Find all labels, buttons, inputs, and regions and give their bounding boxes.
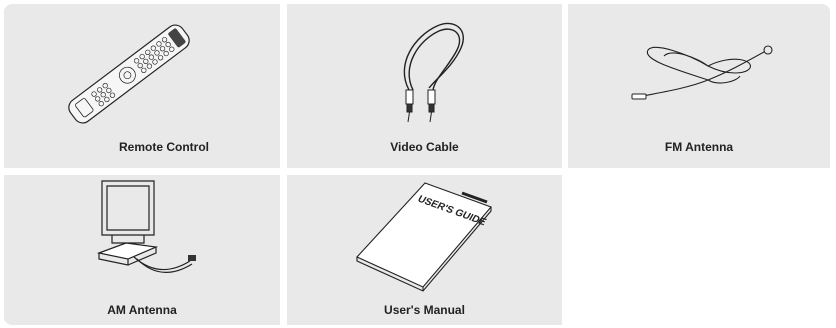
accessory-video-cable: Video Cable (287, 4, 562, 168)
accessory-label-fm-antenna: FM Antenna (664, 140, 734, 154)
accessory-label-users-manual: User's Manual (384, 303, 465, 317)
accessory-users-manual: USER'S GUIDE User's Manual (287, 175, 562, 325)
accessory-label-video-cable: Video Cable (390, 140, 459, 154)
accessory-am-antenna: AM Antenna (4, 175, 280, 325)
accessory-remote-control: Remote Control (4, 4, 280, 168)
accessories-grid: Remote Control Video Cable FM Antenna AM… (0, 0, 836, 328)
accessory-fm-antenna: FM Antenna (568, 4, 830, 168)
accessory-label-am-antenna: AM Antenna (107, 303, 177, 317)
accessory-label-remote-control: Remote Control (119, 140, 209, 154)
